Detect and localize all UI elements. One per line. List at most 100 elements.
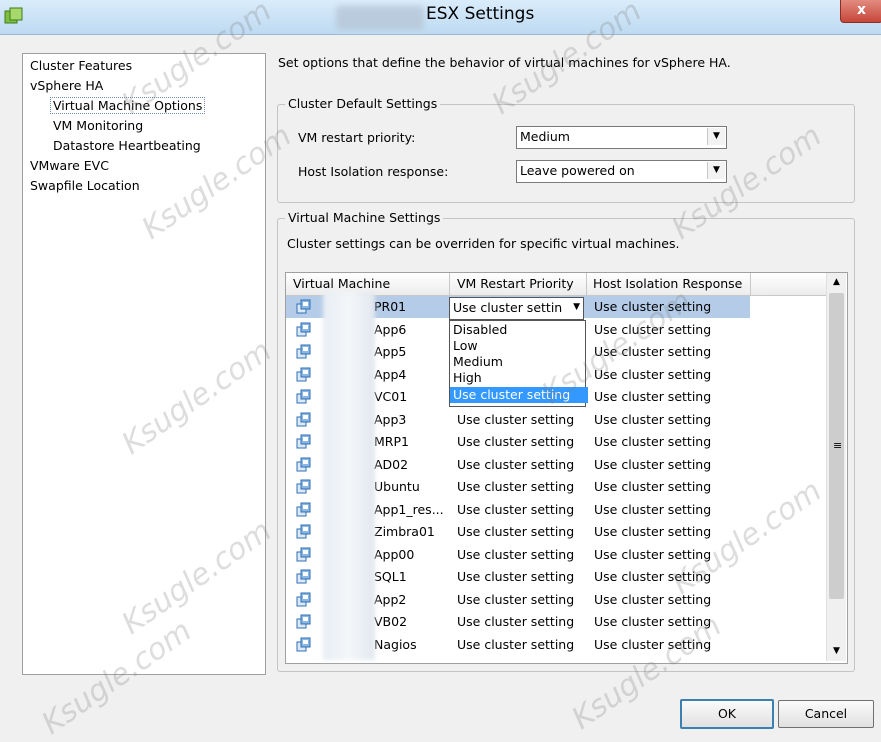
dropdown-option-high[interactable]: High <box>450 370 588 386</box>
restart-priority-cell[interactable]: Use cluster setting <box>457 592 574 607</box>
isolation-response-cell[interactable]: Use cluster setting <box>594 479 711 494</box>
restart-priority-cell[interactable]: Use cluster setting <box>457 637 574 652</box>
vm-name: App5 <box>374 344 407 359</box>
nav-item-vm-monitoring[interactable]: VM Monitoring <box>53 118 143 133</box>
nav-item-vsphere-ha[interactable]: vSphere HA <box>30 78 103 93</box>
virtual-machine-icon <box>296 592 312 608</box>
vm-name: Ubuntu <box>374 479 420 494</box>
isolation-response-cell[interactable]: Use cluster setting <box>594 344 711 359</box>
restart-priority-label: VM restart priority: <box>298 130 416 145</box>
virtual-machine-icon <box>296 524 312 540</box>
restart-priority-cell[interactable]: Use cluster setting <box>457 502 574 517</box>
virtual-machine-icon <box>296 547 312 563</box>
restart-priority-select[interactable]: Medium ▼ <box>516 126 727 149</box>
isolation-response-cell[interactable]: Use cluster setting <box>594 367 711 382</box>
cluster-default-settings-group <box>277 104 855 203</box>
isolation-response-cell[interactable]: Use cluster setting <box>594 569 711 584</box>
vm-name: VB02 <box>374 614 408 629</box>
vm-name: App00 <box>374 546 415 562</box>
nav-item-vmware-evc[interactable]: VMware EVC <box>30 158 109 173</box>
restart-priority-cell[interactable]: Use cluster setting <box>457 434 574 449</box>
virtual-machine-icon <box>296 457 312 473</box>
settings-nav: Cluster Features vSphere HA Virtual Mach… <box>22 53 266 675</box>
vm-name: App6 <box>374 321 407 337</box>
isolation-response-cell[interactable]: Use cluster setting <box>594 299 711 314</box>
chevron-down-icon: ▼ <box>573 302 580 312</box>
vsphere-app-icon <box>4 7 23 24</box>
isolation-response-cell[interactable]: Use cluster setting <box>594 389 711 404</box>
isolation-response-cell[interactable]: Use cluster setting <box>594 412 711 427</box>
chevron-down-icon: ▼ <box>707 162 725 179</box>
ok-button[interactable]: OK <box>680 699 774 729</box>
dropdown-option-use-cluster-setting[interactable]: Use cluster setting <box>450 387 588 403</box>
nav-item-cluster-features[interactable]: Cluster Features <box>30 58 132 73</box>
intro-text: Set options that define the behavior of … <box>278 55 731 70</box>
nav-item-virtual-machine-options[interactable]: Virtual Machine Options <box>50 97 206 114</box>
virtual-machine-icon <box>296 344 312 360</box>
vm-settings-description: Cluster settings can be overriden for sp… <box>287 236 680 251</box>
vm-name: AD02 <box>374 456 409 472</box>
nav-item-swapfile-location[interactable]: Swapfile Location <box>30 178 140 193</box>
column-header-restart-priority[interactable]: VM Restart Priority <box>457 276 574 291</box>
row-restart-priority-select[interactable]: Use cluster setting ▼ <box>449 297 584 320</box>
isolation-response-cell[interactable]: Use cluster setting <box>594 637 711 652</box>
restart-priority-cell[interactable]: Use cluster setting <box>457 614 574 629</box>
virtual-machine-icon <box>296 389 312 405</box>
isolation-response-label: Host Isolation response: <box>298 164 449 179</box>
isolation-response-cell[interactable]: Use cluster setting <box>594 502 711 517</box>
vm-name: Zimbra01 <box>374 524 435 539</box>
virtual-machine-icon <box>296 614 312 630</box>
virtual-machine-icon <box>296 299 312 315</box>
vm-settings-label: Virtual Machine Settings <box>285 210 444 225</box>
title-bar: ESX Settings x <box>0 0 881 35</box>
isolation-response-select[interactable]: Leave powered on ▼ <box>516 160 727 183</box>
vm-name: MRP1 <box>374 434 409 449</box>
scroll-thumb[interactable]: ≡ <box>829 293 844 599</box>
vm-name: SQL1 <box>374 569 407 584</box>
dropdown-option-disabled[interactable]: Disabled <box>450 322 588 338</box>
vm-name: PR01 <box>374 299 407 314</box>
cluster-default-settings-label: Cluster Default Settings <box>285 96 441 111</box>
restart-priority-cell[interactable]: Use cluster setting <box>457 569 574 584</box>
dropdown-option-low[interactable]: Low <box>450 338 588 354</box>
isolation-response-cell[interactable]: Use cluster setting <box>594 547 711 562</box>
vm-name: App1_res... <box>374 501 444 517</box>
column-header-virtual-machine[interactable]: Virtual Machine <box>293 276 390 291</box>
restart-priority-cell[interactable]: Use cluster setting <box>457 547 574 562</box>
redacted-host-name <box>336 6 424 30</box>
vm-name: Nagios <box>374 636 417 652</box>
restart-priority-cell[interactable]: Use cluster setting <box>457 457 574 472</box>
virtual-machine-icon <box>296 322 312 338</box>
isolation-response-cell[interactable]: Use cluster setting <box>594 524 711 539</box>
restart-priority-cell[interactable]: Use cluster setting <box>457 479 574 494</box>
scroll-up-icon[interactable]: ▲ <box>827 273 846 292</box>
cancel-button[interactable]: Cancel <box>778 700 874 728</box>
grip-icon: ≡ <box>833 439 843 452</box>
restart-priority-cell[interactable]: Use cluster setting <box>457 524 574 539</box>
vm-name: App3 <box>374 411 407 427</box>
isolation-response-cell[interactable]: Use cluster setting <box>594 322 711 337</box>
restart-priority-dropdown: Disabled Low Medium High Use cluster set… <box>449 320 588 407</box>
virtual-machine-icon <box>296 367 312 383</box>
isolation-response-cell[interactable]: Use cluster setting <box>594 592 711 607</box>
vm-name: App4 <box>374 366 407 382</box>
window-title: ESX Settings <box>426 4 535 24</box>
restart-priority-cell[interactable]: Use cluster setting <box>457 412 574 427</box>
redacted-vm-prefixes <box>323 292 375 660</box>
isolation-response-cell[interactable]: Use cluster setting <box>594 434 711 449</box>
chevron-down-icon: ▼ <box>707 128 725 145</box>
virtual-machine-icon <box>296 637 312 653</box>
dropdown-option-medium[interactable]: Medium <box>450 354 588 370</box>
table-scrollbar[interactable]: ▲ ≡ ▼ <box>826 273 846 661</box>
scroll-down-icon[interactable]: ▼ <box>827 642 846 661</box>
column-header-isolation-response[interactable]: Host Isolation Response <box>593 276 742 291</box>
nav-item-datastore-heartbeating[interactable]: Datastore Heartbeating <box>53 138 201 153</box>
virtual-machine-icon <box>296 412 312 428</box>
vm-name: VC01 <box>374 389 408 404</box>
virtual-machine-icon <box>296 569 312 585</box>
isolation-response-cell[interactable]: Use cluster setting <box>594 614 711 629</box>
isolation-response-cell[interactable]: Use cluster setting <box>594 457 711 472</box>
virtual-machine-icon <box>296 434 312 450</box>
virtual-machine-icon <box>296 502 312 518</box>
close-button[interactable]: x <box>840 0 881 23</box>
